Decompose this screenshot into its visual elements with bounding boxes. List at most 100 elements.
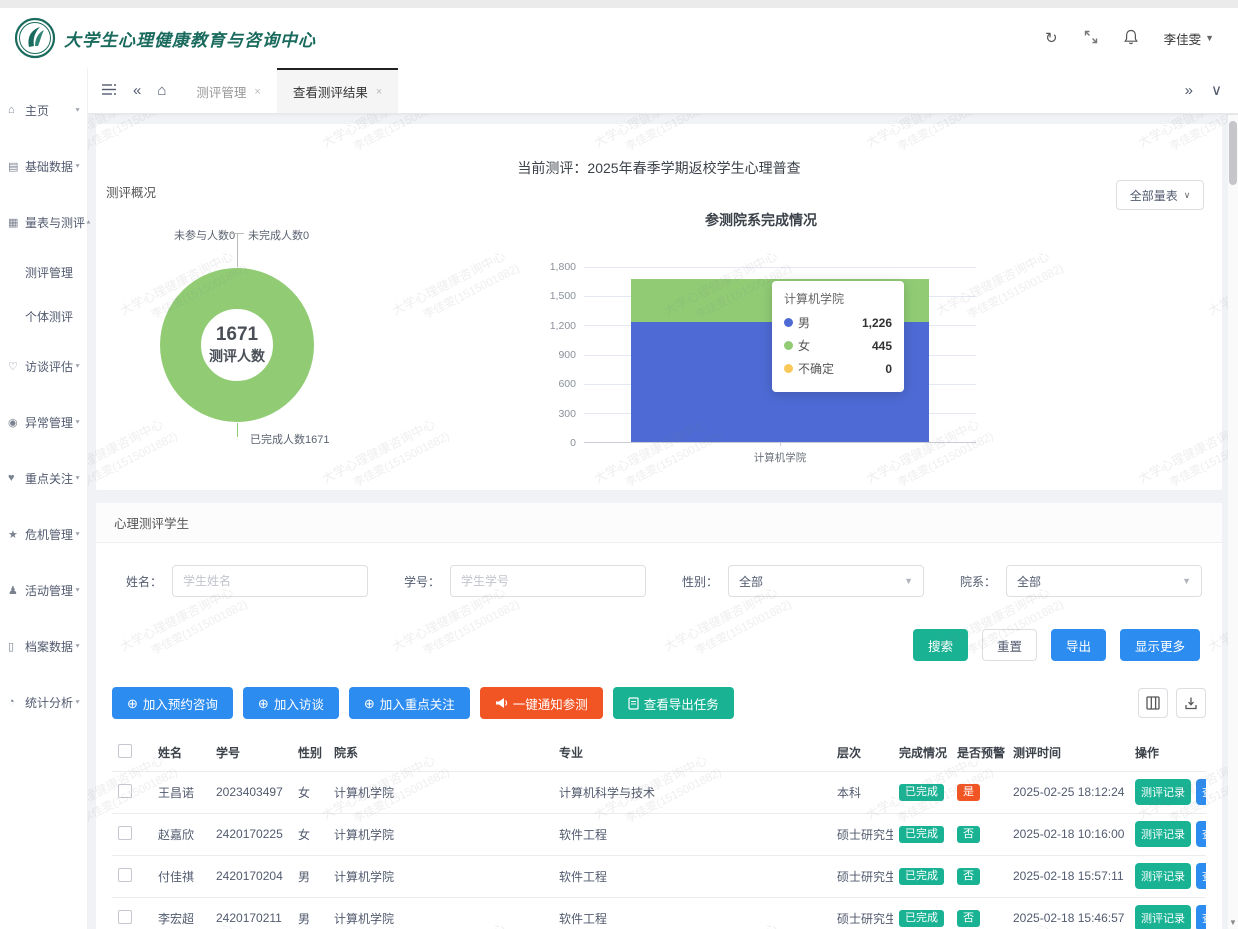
close-tab-icon[interactable]: ×	[254, 86, 260, 98]
sidebar-item-key-focus[interactable]: ♥ 重点关注 ▼	[0, 450, 87, 506]
assessment-record-button[interactable]: 测评记录	[1135, 863, 1191, 889]
chevron-down-icon: ▼	[74, 419, 81, 425]
notify-participation-button[interactable]: 一键通知参测	[480, 687, 603, 719]
view-report-button[interactable]: 查看报告	[1196, 821, 1206, 847]
sidebar-item-archive[interactable]: ▯ 档案数据 ▼	[0, 618, 87, 674]
sidebar-item-scales[interactable]: ▦ 量表与测评 ▲	[0, 194, 87, 250]
sidebar: ⌂ 主页 ▼▤ 基础数据 ▼▦ 量表与测评 ▲测评管理个体测评♡ 访谈评估 ▼◉…	[0, 68, 88, 929]
view-report-button[interactable]: 查看报告	[1196, 779, 1206, 805]
scroll-tabs-left-icon[interactable]: «	[133, 83, 141, 98]
donut-callout-not-finished: 未完成人数0	[248, 227, 309, 243]
scale-filter-dropdown[interactable]: 全部量表 ∨	[1116, 180, 1204, 210]
cell-time: 2025-02-18 15:57:11	[1007, 855, 1129, 897]
column-settings-icon-button[interactable]	[1138, 688, 1168, 718]
column-header-学号: 学号	[210, 735, 292, 771]
donut-callout-finished: 已完成人数1671	[250, 431, 329, 447]
reset-button[interactable]: 重置	[982, 629, 1037, 661]
name-filter-input[interactable]	[183, 574, 357, 588]
department-filter-select-label: 院系：	[950, 573, 996, 590]
chevron-up-icon: ▲	[85, 219, 92, 225]
row-checkbox[interactable]	[118, 868, 132, 882]
add-interview-button[interactable]: ⊕加入访谈	[243, 687, 339, 719]
student-id-filter-input-label: 学号：	[394, 573, 440, 590]
select-all-checkbox[interactable]	[118, 744, 132, 758]
student-id-filter-input[interactable]	[461, 574, 635, 588]
assessment-record-button[interactable]: 测评记录	[1135, 779, 1191, 805]
sidebar-subitem-测评管理[interactable]: 测评管理	[0, 250, 87, 294]
sidebar-item-statistics[interactable]: ◔ 统计分析 ▼	[0, 674, 87, 730]
tooltip-row: 女445	[784, 337, 892, 354]
sidebar-menu: ⌂ 主页 ▼▤ 基础数据 ▼▦ 量表与测评 ▲测评管理个体测评♡ 访谈评估 ▼◉…	[0, 82, 87, 730]
row-checkbox[interactable]	[118, 784, 132, 798]
database-icon: ▤	[8, 160, 22, 173]
warning-badge: 否	[957, 826, 980, 843]
sidebar-item-basic-data[interactable]: ▤ 基础数据 ▼	[0, 138, 87, 194]
legend-dot-icon	[784, 341, 793, 350]
close-tab-icon[interactable]: ×	[376, 86, 382, 98]
show-more-button[interactable]: 显示更多	[1120, 629, 1200, 661]
legend-dot-icon	[784, 364, 793, 373]
tab-测评管理[interactable]: 测评管理×	[180, 68, 276, 113]
row-checkbox[interactable]	[118, 910, 132, 924]
tooltip-title: 计算机学院	[784, 290, 892, 307]
action-button-row: ⊕加入预约咨询 ⊕加入访谈 ⊕加入重点关注一键通知参测查看导出任务	[96, 665, 1222, 731]
bar-x-axis-label: 计算机学院	[584, 450, 976, 465]
cell-level: 硕士研究生	[831, 855, 893, 897]
view-export-tasks-button[interactable]: 查看导出任务	[613, 687, 734, 719]
cell-department: 计算机学院	[328, 771, 553, 813]
chevron-down-icon: ▼	[74, 163, 81, 169]
search-button[interactable]: 搜索	[913, 629, 968, 661]
cell-actions: 测评记录查看报告	[1129, 897, 1206, 929]
sidebar-item-abnormal[interactable]: ◉ 异常管理 ▼	[0, 394, 87, 450]
sidebar-item-home[interactable]: ⌂ 主页 ▼	[0, 82, 87, 138]
user-menu[interactable]: 李佳雯 ▼	[1164, 29, 1214, 48]
window-scrollbar[interactable]: ▼	[1228, 115, 1238, 929]
y-axis-tick: 900	[558, 349, 576, 361]
assessment-record-button[interactable]: 测评记录	[1135, 821, 1191, 847]
fullscreen-icon[interactable]	[1084, 30, 1098, 47]
pie-chart-icon: ◔	[8, 696, 22, 708]
cell-student-id: 2023403497	[210, 771, 292, 813]
add-appointment-counseling-button[interactable]: ⊕加入预约咨询	[112, 687, 233, 719]
export-image-icon-button[interactable]	[1176, 688, 1206, 718]
scroll-tabs-right-icon[interactable]: »	[1185, 83, 1193, 98]
assessment-record-button[interactable]: 测评记录	[1135, 905, 1191, 929]
warning-badge: 否	[957, 868, 980, 885]
view-report-button[interactable]: 查看报告	[1196, 905, 1206, 929]
gender-filter-select[interactable]: 全部 ▼	[728, 565, 924, 597]
column-header-专业: 专业	[553, 735, 831, 771]
sidebar-item-crisis[interactable]: ★ 危机管理 ▼	[0, 506, 87, 562]
cell-level: 本科	[831, 771, 893, 813]
export-button[interactable]: 导出	[1051, 629, 1106, 661]
sidebar-item-activity[interactable]: ♟ 活动管理 ▼	[0, 562, 87, 618]
y-axis-tick: 600	[558, 378, 576, 390]
add-key-focus-button[interactable]: ⊕加入重点关注	[349, 687, 470, 719]
cell-actions: 测评记录查看报告	[1129, 813, 1206, 855]
table-row: 王昌诺 2023403497 女 计算机学院 计算机科学与技术 本科 已完成 是…	[112, 771, 1206, 813]
home-tab-icon[interactable]: ⌂	[157, 83, 166, 98]
chevron-down-icon: ▼	[74, 107, 81, 113]
tab-options-icon[interactable]: ∨	[1211, 83, 1222, 98]
department-completion-bar-chart: 1,8001,5001,2009006003000 计算机学院 计算机学院 男1…	[526, 209, 996, 469]
department-filter-select[interactable]: 全部 ▼	[1006, 565, 1202, 597]
row-checkbox[interactable]	[118, 826, 132, 840]
refresh-icon[interactable]: ↻	[1045, 31, 1058, 46]
table-row: 李宏超 2420170211 男 计算机学院 软件工程 硕士研究生 已完成 否 …	[112, 897, 1206, 929]
notification-bell-icon[interactable]	[1124, 29, 1138, 48]
cell-student-id: 2420170225	[210, 813, 292, 855]
scrollbar-thumb[interactable]	[1229, 121, 1237, 185]
tooltip-row: 不确定0	[784, 360, 892, 377]
center-logo-icon	[14, 17, 56, 59]
scrollbar-down-arrow[interactable]: ▼	[1228, 918, 1238, 927]
chevron-down-icon: ▼	[1205, 33, 1214, 43]
cell-time: 2025-02-25 18:12:24	[1007, 771, 1129, 813]
y-axis-tick: 1,500	[550, 290, 576, 302]
current-assessment-title: 当前测评：2025年春季学期返校学生心理普查	[96, 158, 1222, 178]
sidebar-item-interview[interactable]: ♡ 访谈评估 ▼	[0, 338, 87, 394]
view-report-button[interactable]: 查看报告	[1196, 863, 1206, 889]
menu-collapse-icon[interactable]	[102, 83, 117, 99]
tab-查看测评结果[interactable]: 查看测评结果×	[277, 68, 398, 113]
chevron-down-icon: ▼	[1182, 576, 1191, 586]
sidebar-subitem-个体测评[interactable]: 个体测评	[0, 294, 87, 338]
donut-total-value: 1671	[216, 324, 258, 346]
